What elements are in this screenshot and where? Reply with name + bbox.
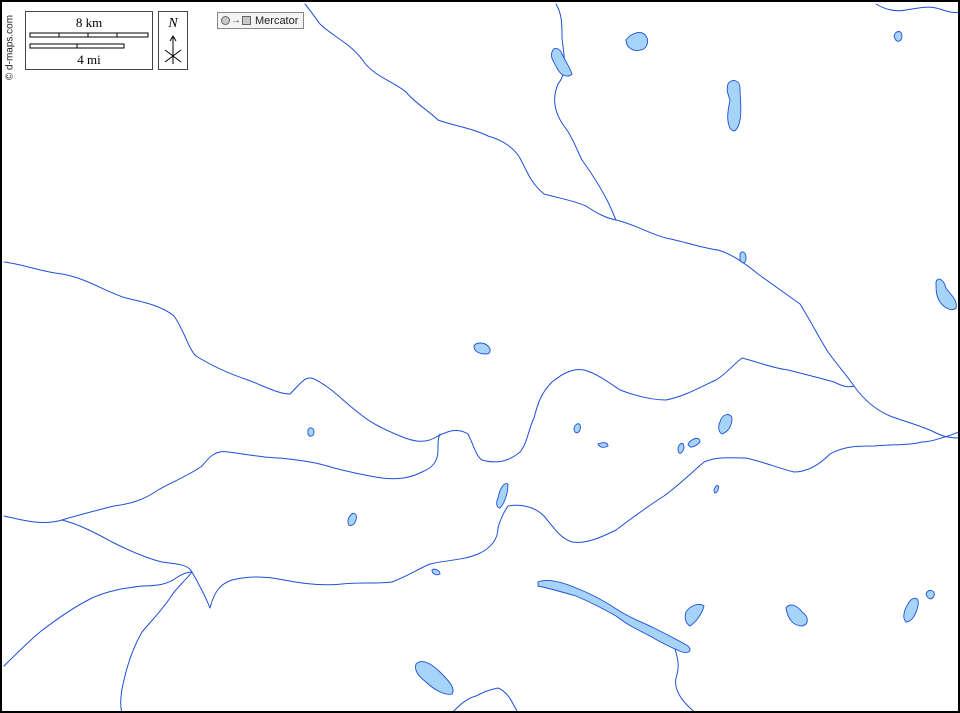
lake-mid-7 (687, 437, 701, 448)
north-arrow: N (158, 11, 188, 70)
arrow-right-icon: → (231, 14, 241, 26)
scale-bar: 8 km 4 mi (25, 11, 153, 70)
river-south (61, 519, 193, 711)
north-label: N (168, 16, 178, 31)
scale-bars-graphic (29, 32, 149, 49)
river-northeast-corner (875, 3, 958, 13)
river-lake-outflow (673, 645, 694, 711)
lake-east-1 (935, 278, 957, 311)
river-central-southern-branch (3, 433, 441, 523)
lake-south-3 (903, 597, 919, 623)
water-layer (3, 3, 958, 711)
lake-upper-4 (726, 80, 742, 132)
river-north (304, 3, 958, 439)
compass-icon (164, 35, 182, 64)
river-southeast (453, 687, 518, 711)
lake-mid-4 (573, 423, 581, 434)
lake-south-4 (925, 589, 935, 600)
copyright-label: © d-maps.com (4, 14, 16, 81)
lake-small-south (431, 568, 441, 576)
lake-mid-1 (473, 342, 491, 355)
river-north-tributary (554, 3, 617, 221)
lake-mid-9 (496, 483, 509, 509)
lake-mid-3 (307, 427, 315, 437)
lake-upper-2 (893, 31, 903, 42)
globe-circle-icon (221, 16, 230, 25)
scale-km-label: 8 km (75, 15, 103, 30)
lake-mid-10 (713, 485, 719, 494)
river-main-south (3, 571, 193, 667)
lake-mid-2 (739, 251, 747, 264)
lake-upper-3 (551, 47, 573, 77)
map-canvas[interactable]: © d-maps.com 8 km 4 mi N → Mercator (0, 0, 960, 713)
lake-mid-5 (597, 442, 609, 448)
lake-mid-11 (347, 512, 357, 527)
projection-label: Mercator (255, 14, 299, 27)
lake-long-south (537, 579, 691, 653)
lake-south-2 (785, 604, 808, 627)
lake-upper-1 (625, 32, 649, 51)
lake-south-1 (684, 603, 705, 627)
projection-badge: → Mercator (217, 12, 304, 29)
lake-mid-8 (718, 414, 733, 435)
flat-square-icon (242, 16, 251, 25)
lake-mid-6 (677, 443, 685, 454)
scale-mi-label: 4 mi (77, 52, 101, 67)
lake-south-5 (415, 661, 454, 695)
river-southwest (191, 431, 958, 609)
